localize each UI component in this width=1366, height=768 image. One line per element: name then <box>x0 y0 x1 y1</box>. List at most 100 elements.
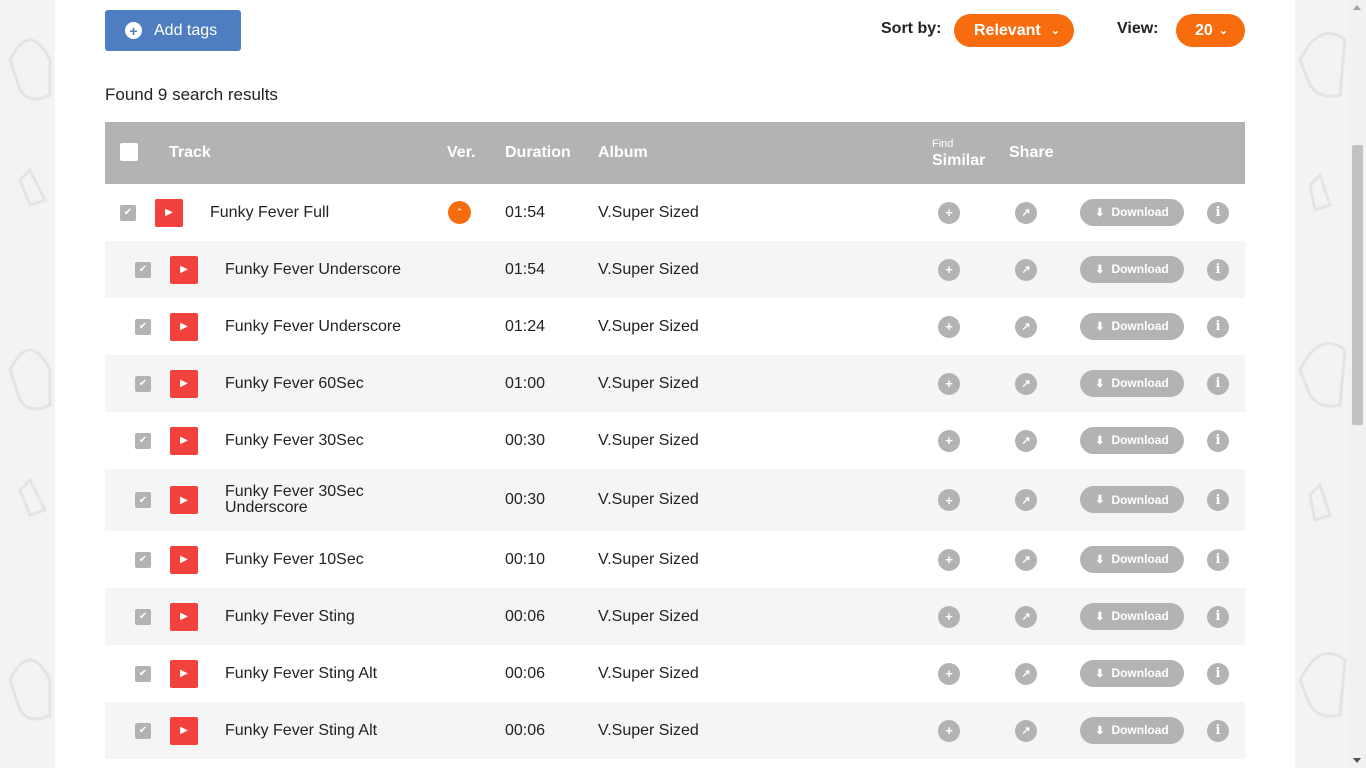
download-button[interactable]: ⬇ Download <box>1080 716 1184 744</box>
info-icon[interactable]: i <box>1207 201 1229 224</box>
find-similar-icon[interactable]: + <box>938 662 960 685</box>
share-icon[interactable]: ↗ <box>1015 372 1037 395</box>
info-icon[interactable]: i <box>1207 258 1229 281</box>
share-icon[interactable]: ↗ <box>1015 315 1037 338</box>
track-name-cell[interactable]: Funky Fever 60Sec <box>225 375 364 392</box>
play-icon[interactable]: ▶ <box>170 426 198 455</box>
view-count-dropdown[interactable]: 20 ⌄ <box>1176 14 1245 47</box>
info-icon[interactable]: i <box>1207 372 1229 395</box>
track-album[interactable]: V.Super Sized <box>598 608 699 626</box>
row-checkbox[interactable]: ✔ <box>135 665 151 682</box>
add-tags-button[interactable]: + Add tags <box>105 10 241 51</box>
share-icon[interactable]: ↗ <box>1015 258 1037 281</box>
find-similar-icon[interactable]: + <box>938 315 960 338</box>
track-name-cell[interactable]: Funky Fever 30Sec Underscore <box>225 484 364 516</box>
share-icon[interactable]: ↗ <box>1015 429 1037 452</box>
track-name-cell[interactable]: Funky Fever Full <box>210 204 329 221</box>
play-icon[interactable]: ▶ <box>170 602 198 631</box>
track-album[interactable]: V.Super Sized <box>598 665 699 683</box>
track-name-cell[interactable]: Funky Fever 30Sec <box>225 432 364 449</box>
track-title[interactable]: Funky Fever 60Sec <box>225 375 364 392</box>
header-track[interactable]: Track <box>169 144 211 162</box>
share-icon[interactable]: ↗ <box>1015 719 1037 742</box>
track-name-cell[interactable]: Funky Fever Sting <box>225 608 355 625</box>
row-checkbox[interactable]: ✔ <box>135 432 151 449</box>
versions-toggle-icon[interactable]: ⌃ <box>448 200 471 224</box>
track-title[interactable]: Funky Fever 30Sec <box>225 484 364 500</box>
download-button[interactable]: ⬇ Download <box>1080 545 1184 573</box>
play-icon[interactable]: ▶ <box>170 716 198 745</box>
play-icon[interactable]: ▶ <box>170 255 198 284</box>
select-all-checkbox[interactable] <box>120 143 138 161</box>
row-checkbox[interactable]: ✔ <box>120 204 136 221</box>
info-icon[interactable]: i <box>1207 662 1229 685</box>
track-title[interactable]: Funky Fever Sting <box>225 608 355 625</box>
track-album[interactable]: V.Super Sized <box>598 551 699 569</box>
download-button[interactable]: ⬇ Download <box>1080 659 1184 687</box>
row-checkbox[interactable]: ✔ <box>135 261 151 278</box>
download-button[interactable]: ⬇ Download <box>1080 255 1184 283</box>
track-name-cell[interactable]: Funky Fever Sting Alt <box>225 665 377 682</box>
track-name-cell[interactable]: Funky Fever 10Sec <box>225 551 364 568</box>
header-duration[interactable]: Duration <box>505 144 571 162</box>
find-similar-icon[interactable]: + <box>938 605 960 628</box>
download-button[interactable]: ⬇ Download <box>1080 369 1184 397</box>
share-icon[interactable]: ↗ <box>1015 201 1037 224</box>
row-checkbox[interactable]: ✔ <box>135 375 151 392</box>
download-button[interactable]: ⬇ Download <box>1080 312 1184 340</box>
play-icon[interactable]: ▶ <box>170 545 198 574</box>
page-scrollbar[interactable] <box>1349 0 1366 768</box>
track-album[interactable]: V.Super Sized <box>598 261 699 279</box>
track-title[interactable]: Funky Fever Sting Alt <box>225 665 377 682</box>
share-icon[interactable]: ↗ <box>1015 489 1037 511</box>
row-checkbox[interactable]: ✔ <box>135 492 151 508</box>
find-similar-icon[interactable]: + <box>938 548 960 571</box>
row-checkbox[interactable]: ✔ <box>135 318 151 335</box>
play-icon[interactable]: ▶ <box>170 312 198 341</box>
share-icon[interactable]: ↗ <box>1015 662 1037 685</box>
row-checkbox[interactable]: ✔ <box>135 608 151 625</box>
play-icon[interactable]: ▶ <box>170 369 198 398</box>
header-album[interactable]: Album <box>598 144 648 162</box>
find-similar-icon[interactable]: + <box>938 489 960 511</box>
download-button[interactable]: ⬇ Download <box>1080 198 1184 226</box>
track-title[interactable]: Funky Fever Sting Alt <box>225 722 377 739</box>
info-icon[interactable]: i <box>1207 605 1229 628</box>
track-album[interactable]: V.Super Sized <box>598 204 699 222</box>
info-icon[interactable]: i <box>1207 719 1229 742</box>
play-icon[interactable]: ▶ <box>170 486 198 514</box>
track-title[interactable]: Funky Fever Underscore <box>225 318 401 335</box>
find-similar-icon[interactable]: + <box>938 372 960 395</box>
track-album[interactable]: V.Super Sized <box>598 375 699 393</box>
track-album[interactable]: V.Super Sized <box>598 491 699 509</box>
track-album[interactable]: V.Super Sized <box>598 318 699 336</box>
track-title[interactable]: Funky Fever Underscore <box>225 261 401 278</box>
track-name-cell[interactable]: Funky Fever Underscore <box>225 261 401 278</box>
info-icon[interactable]: i <box>1207 429 1229 452</box>
row-checkbox[interactable]: ✔ <box>135 551 151 568</box>
share-icon[interactable]: ↗ <box>1015 605 1037 628</box>
track-title[interactable]: Funky Fever 10Sec <box>225 551 364 568</box>
find-similar-icon[interactable]: + <box>938 201 960 224</box>
track-name-cell[interactable]: Funky Fever Sting Alt <box>225 722 377 739</box>
info-icon[interactable]: i <box>1207 548 1229 571</box>
info-icon[interactable]: i <box>1207 315 1229 338</box>
download-button[interactable]: ⬇ Download <box>1080 486 1184 513</box>
download-button[interactable]: ⬇ Download <box>1080 426 1184 454</box>
share-icon[interactable]: ↗ <box>1015 548 1037 571</box>
find-similar-icon[interactable]: + <box>938 719 960 742</box>
download-button[interactable]: ⬇ Download <box>1080 602 1184 630</box>
play-icon[interactable]: ▶ <box>155 198 183 227</box>
track-title[interactable]: Funky Fever 30Sec <box>225 432 364 449</box>
find-similar-icon[interactable]: + <box>938 258 960 281</box>
play-icon[interactable]: ▶ <box>170 659 198 688</box>
track-name-cell[interactable]: Funky Fever Underscore <box>225 318 401 335</box>
track-title[interactable]: Funky Fever Full <box>210 204 329 221</box>
row-checkbox[interactable]: ✔ <box>135 722 151 739</box>
scroll-up-icon[interactable] <box>1353 5 1361 10</box>
scrollbar-thumb[interactable] <box>1352 145 1363 425</box>
info-icon[interactable]: i <box>1207 489 1229 511</box>
track-album[interactable]: V.Super Sized <box>598 722 699 740</box>
scroll-down-icon[interactable] <box>1353 758 1361 763</box>
find-similar-icon[interactable]: + <box>938 429 960 452</box>
